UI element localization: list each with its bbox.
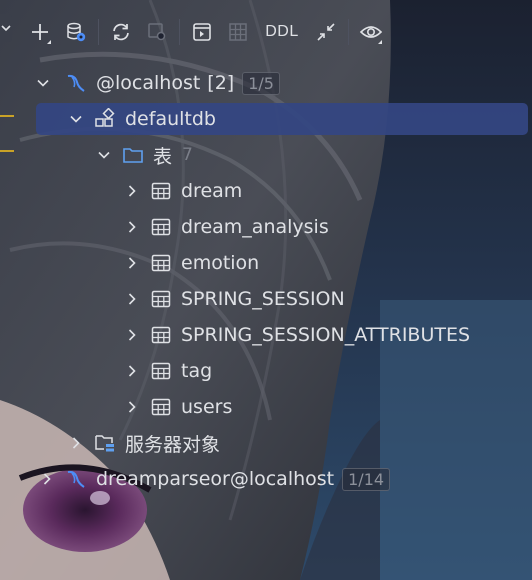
chevron-right-icon[interactable]	[125, 289, 139, 309]
chevron-right-icon[interactable]	[125, 361, 139, 381]
table-icon	[149, 179, 173, 203]
table-label: users	[181, 396, 233, 418]
tree-node-connection[interactable]: @localhost [2] 1/5	[36, 67, 528, 99]
connection-badge: 1/14	[342, 467, 391, 491]
table-icon	[149, 359, 173, 383]
tree-node-table[interactable]: SPRING_SESSION_ATTRIBUTES	[36, 319, 528, 351]
database-connection-icon	[64, 467, 88, 491]
connection-badge: 1/5	[242, 71, 280, 95]
chevron-right-icon[interactable]	[125, 397, 139, 417]
connection-count: [2]	[207, 72, 235, 94]
schema-icon	[93, 107, 117, 131]
chevron-right-icon[interactable]	[125, 325, 139, 345]
tree-node-table[interactable]: dream	[36, 175, 528, 207]
table-icon	[149, 251, 173, 275]
tree-node-table[interactable]: emotion	[36, 247, 528, 279]
chevron-right-icon[interactable]	[69, 433, 83, 453]
tables-folder-label: 表	[153, 145, 173, 168]
chevron-right-icon[interactable]	[125, 217, 139, 237]
connection-label: dreamparseor@localhost	[96, 468, 335, 490]
table-label: SPRING_SESSION	[181, 288, 345, 310]
tree-node-table[interactable]: users	[36, 391, 528, 423]
tree-node-tables-folder[interactable]: 表 7	[36, 139, 528, 171]
table-label: dream	[181, 180, 243, 202]
table-label: tag	[181, 360, 213, 382]
folder-icon	[121, 143, 145, 167]
tree-node-table[interactable]: dream_analysis	[36, 211, 528, 243]
table-icon	[149, 215, 173, 239]
table-label: dream_analysis	[181, 216, 329, 238]
connection-label: @localhost	[96, 72, 201, 94]
table-icon	[149, 395, 173, 419]
server-folder-icon	[93, 431, 117, 455]
table-label: SPRING_SESSION_ATTRIBUTES	[181, 324, 471, 346]
chevron-right-icon[interactable]	[125, 181, 139, 201]
table-icon	[149, 287, 173, 311]
tables-count: 7	[182, 145, 193, 165]
chevron-right-icon[interactable]	[125, 253, 139, 273]
table-label: emotion	[181, 252, 260, 274]
server-objects-label: 服务器对象	[125, 433, 221, 456]
chevron-down-icon[interactable]	[69, 109, 83, 129]
tree-node-table[interactable]: SPRING_SESSION	[36, 283, 528, 315]
tree-node-server-objects[interactable]: 服务器对象	[36, 427, 528, 459]
tree-node-connection[interactable]: dreamparseor@localhost 1/14	[36, 463, 528, 495]
schema-label: defaultdb	[125, 108, 216, 130]
database-connection-icon	[64, 71, 88, 95]
database-tree: @localhost [2] 1/5 defaultdb 表 7 dream d…	[0, 0, 532, 580]
table-icon	[149, 323, 173, 347]
tree-node-schema[interactable]: defaultdb	[36, 103, 528, 135]
chevron-down-icon[interactable]	[36, 73, 50, 93]
chevron-right-icon[interactable]	[40, 469, 54, 489]
chevron-down-icon[interactable]	[97, 145, 111, 165]
tree-node-table[interactable]: tag	[36, 355, 528, 387]
